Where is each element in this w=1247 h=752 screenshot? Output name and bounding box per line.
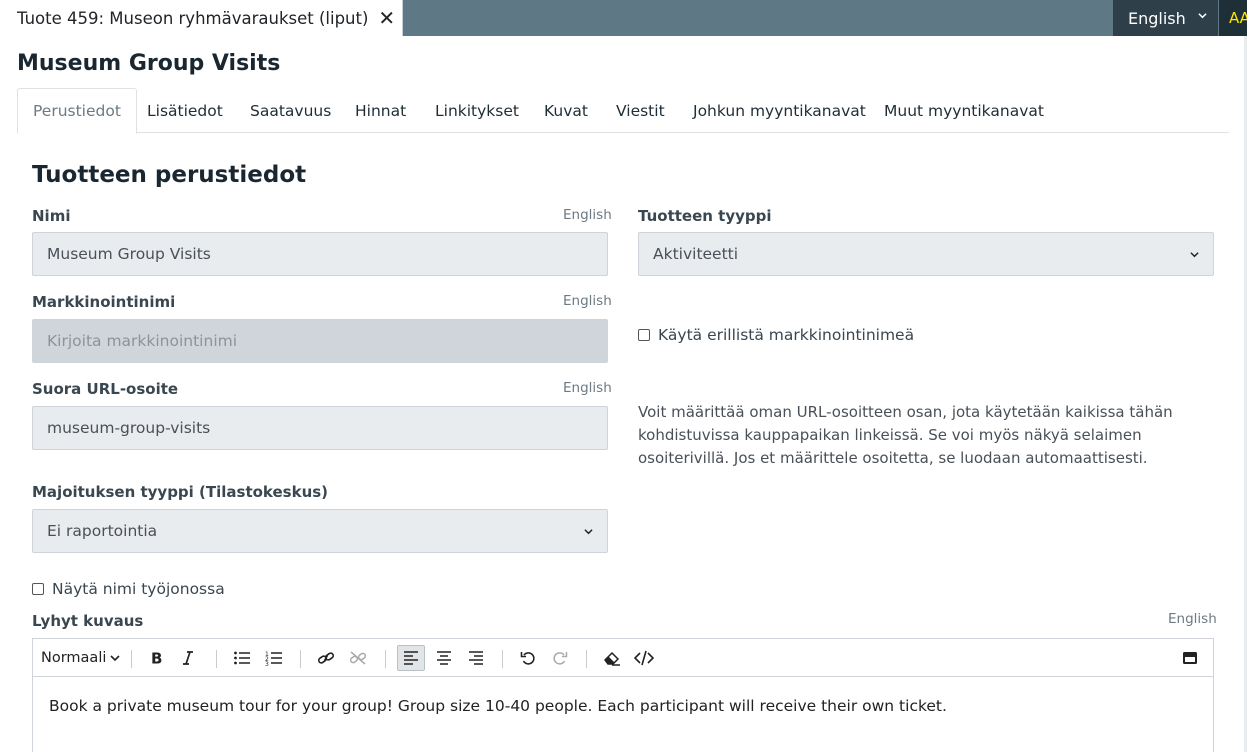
link-icon [317, 652, 335, 664]
tab-johkun-myyntikanavat[interactable]: Johkun myyntikanavat [693, 88, 866, 133]
short-description-label: Lyhyt kuvaus [32, 612, 144, 630]
remove-link-button[interactable] [345, 645, 371, 671]
use-marketing-name-checkbox[interactable]: Käytä erillistä markkinointinimeä [638, 326, 914, 344]
show-name-in-queue-checkbox[interactable]: Näytä nimi työjonossa [32, 580, 225, 598]
toolbar-divider [586, 650, 587, 668]
name-language-hint: English [563, 207, 612, 223]
product-type-select[interactable]: Aktiviteetti [638, 232, 1214, 276]
tab-linkitykset[interactable]: Linkitykset [435, 88, 519, 133]
marketing-name-label: Markkinointinimi [32, 293, 176, 311]
align-center-icon [437, 651, 451, 665]
align-right-button[interactable] [463, 645, 489, 671]
user-avatar[interactable]: AA [1219, 0, 1247, 36]
toolbar-divider [216, 650, 217, 668]
toolbar-divider [300, 650, 301, 668]
tab-hinnat[interactable]: Hinnat [355, 88, 406, 133]
undo-button[interactable] [515, 645, 541, 671]
name-label: Nimi [32, 207, 71, 225]
accommodation-type-select[interactable]: Ei raportointia [32, 509, 608, 553]
insert-link-button[interactable] [313, 645, 339, 671]
bold-button[interactable]: B [143, 645, 169, 671]
url-label: Suora URL-osoite [32, 380, 179, 398]
paragraph-style-select[interactable]: Normaali [41, 645, 120, 671]
page-title: Museum Group Visits [17, 51, 281, 76]
svg-text:B: B [151, 650, 162, 666]
url-language-hint: English [563, 380, 612, 396]
eraser-icon [604, 651, 620, 666]
product-type-label: Tuotteen tyyppi [638, 207, 772, 225]
fullscreen-button[interactable] [1177, 645, 1203, 671]
url-input[interactable]: museum-group-visits [32, 406, 608, 450]
undo-icon [520, 652, 535, 665]
numbered-list-button[interactable]: 123 [261, 645, 287, 671]
align-center-button[interactable] [431, 645, 457, 671]
accommodation-type-label: Majoituksen tyyppi (Tilastokeskus) [32, 483, 329, 501]
tab-lisatiedot[interactable]: Lisätiedot [147, 88, 223, 133]
tab-perustiedot[interactable]: Perustiedot [17, 88, 137, 134]
italic-icon [183, 651, 193, 665]
marketing-name-input[interactable]: Kirjoita markkinointinimi [32, 319, 608, 363]
url-help-text: Voit määrittää oman URL-osoitteen osan, … [638, 403, 1173, 467]
bold-icon: B [151, 650, 162, 666]
bullet-list-icon [234, 651, 250, 665]
editor-toolbar: Normaali B 123 [33, 639, 1213, 677]
document-tab[interactable]: Tuote 459: Museon ryhmävaraukset (liput)… [0, 0, 403, 36]
tab-viestit[interactable]: Viestit [616, 88, 665, 133]
source-code-button[interactable] [631, 645, 657, 671]
use-marketing-name-label: Käytä erillistä markkinointinimeä [658, 326, 915, 344]
product-tabs: Perustiedot Lisätiedot Saatavuus Hinnat … [17, 88, 1229, 134]
short-description-language-hint: English [1168, 611, 1217, 627]
code-icon [634, 650, 654, 666]
redo-button[interactable] [547, 645, 573, 671]
chevron-down-icon [584, 529, 593, 535]
tab-saatavuus[interactable]: Saatavuus [250, 88, 331, 133]
name-input[interactable]: Museum Group Visits [32, 232, 608, 276]
accommodation-type-value: Ei raportointia [47, 522, 158, 540]
toolbar-divider [385, 650, 386, 668]
align-left-button[interactable] [397, 645, 425, 671]
toolbar-divider [131, 650, 132, 668]
marketing-name-placeholder: Kirjoita markkinointinimi [47, 332, 238, 350]
chevron-down-icon [110, 655, 120, 662]
numbered-list-icon: 123 [265, 651, 282, 666]
clear-formatting-button[interactable] [599, 645, 625, 671]
fullscreen-icon [1183, 652, 1197, 664]
editor-content[interactable]: Book a private museum tour for your grou… [49, 697, 947, 715]
language-label: English [1128, 8, 1186, 28]
product-type-value: Aktiviteetti [653, 245, 739, 263]
show-name-in-queue-label: Näytä nimi työjonossa [52, 580, 225, 598]
toolbar-divider [502, 650, 503, 668]
tab-kuvat[interactable]: Kuvat [544, 88, 588, 133]
align-right-icon [469, 651, 483, 665]
align-left-icon [404, 651, 418, 665]
checkbox-box[interactable] [32, 583, 44, 595]
document-tab-title: Tuote 459: Museon ryhmävaraukset (liput) [17, 8, 369, 28]
language-switch[interactable]: English [1113, 0, 1218, 36]
section-title: Tuotteen perustiedot [32, 162, 307, 188]
close-icon[interactable]: ✕ [378, 8, 395, 28]
tab-muut-myyntikanavat[interactable]: Muut myyntikanavat [884, 88, 1044, 133]
redo-icon [553, 652, 568, 665]
italic-button[interactable] [175, 645, 201, 671]
marketing-name-language-hint: English [563, 293, 612, 309]
checkbox-box[interactable] [638, 329, 650, 341]
svg-text:3: 3 [265, 661, 269, 666]
bullet-list-button[interactable] [229, 645, 255, 671]
unlink-icon [349, 651, 367, 665]
paragraph-style-value: Normaali [41, 650, 107, 666]
user-initials: AA [1229, 9, 1247, 27]
rich-text-editor[interactable]: Normaali B 123 Book a private museum tou… [32, 638, 1214, 752]
chevron-down-icon [1190, 252, 1199, 258]
chevron-down-icon [1198, 13, 1207, 19]
